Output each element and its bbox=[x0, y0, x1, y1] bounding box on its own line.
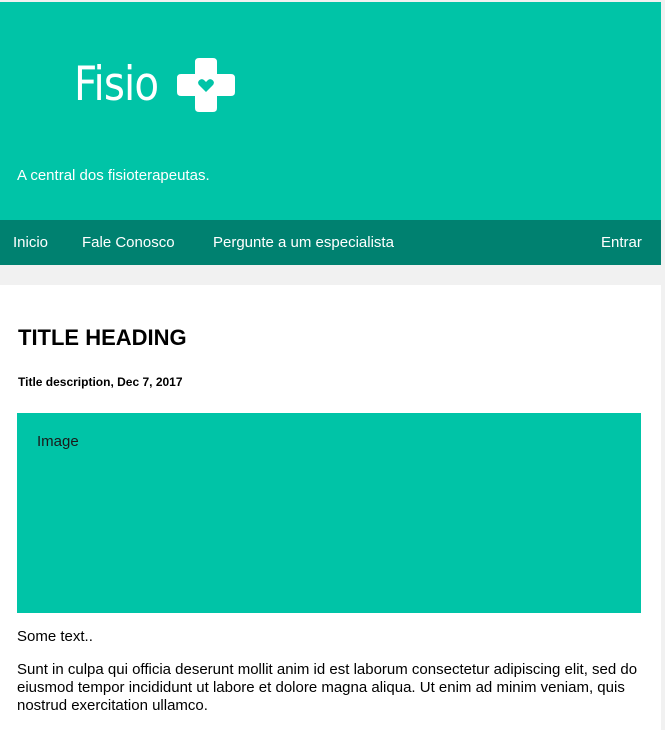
post-intro-text: Some text.. bbox=[17, 628, 93, 645]
login-link[interactable]: Entrar bbox=[601, 220, 642, 265]
post-image-placeholder: Image bbox=[17, 413, 641, 613]
site-header: Fisio A central dos fisioterapeutas. bbox=[0, 2, 661, 220]
post-title: TITLE HEADING bbox=[18, 325, 187, 350]
medical-cross-heart-icon bbox=[177, 58, 235, 112]
site-logo[interactable]: Fisio bbox=[74, 57, 235, 113]
post-card: TITLE HEADING Title description, Dec 7, … bbox=[0, 285, 661, 730]
site-tagline: A central dos fisioterapeutas. bbox=[17, 167, 210, 184]
image-label: Image bbox=[37, 433, 79, 450]
nav-bar: Inicio Fale Conosco Pergunte a um especi… bbox=[0, 220, 661, 265]
logo-text: Fisio bbox=[74, 57, 159, 112]
nav-item-inicio[interactable]: Inicio bbox=[13, 220, 48, 265]
post-description: Title description, Dec 7, 2017 bbox=[18, 375, 183, 389]
nav-item-pergunte-especialista[interactable]: Pergunte a um especialista bbox=[213, 220, 394, 265]
page-edge bbox=[661, 0, 665, 730]
page: Fisio A central dos fisioterapeutas. Ini… bbox=[0, 0, 665, 730]
post-body-text: Sunt in culpa qui officia deserunt molli… bbox=[17, 661, 638, 714]
nav-item-fale-conosco[interactable]: Fale Conosco bbox=[82, 220, 175, 265]
